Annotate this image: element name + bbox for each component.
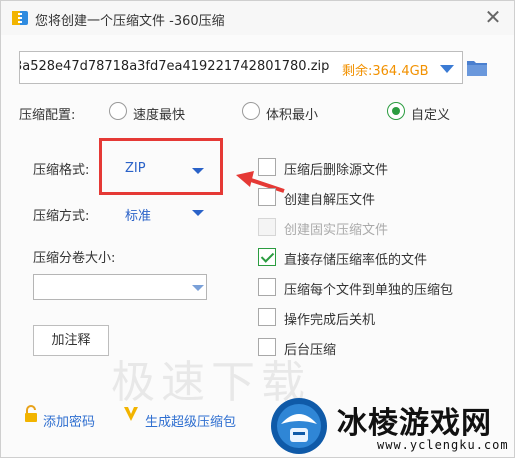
checkbox-solid-archive-label: 创建固实压缩文件 <box>284 223 389 238</box>
format-label: 压缩格式: <box>33 163 90 178</box>
checkbox-store-low-ratio-label[interactable]: 直接存储压缩率低的文件 <box>284 249 427 268</box>
method-value[interactable]: 标准 <box>125 205 151 224</box>
radio-custom[interactable] <box>387 102 405 120</box>
radio-smallest-label[interactable]: 体积最小 <box>266 104 318 123</box>
brand-logo-icon <box>271 398 327 454</box>
free-space-label: 剩余:364.4GB <box>340 60 429 79</box>
title-bar[interactable]: 您将创建一个压缩文件 -360压缩 ✕ <box>1 1 514 35</box>
checkbox-store-low-ratio[interactable] <box>258 248 276 266</box>
super-archive-icon <box>124 407 138 421</box>
compress-dialog: 您将创建一个压缩文件 -360压缩 ✕ 3a528e47d78718a3fd7e… <box>0 0 515 458</box>
radio-fastest[interactable] <box>109 102 127 120</box>
browse-folder-icon[interactable] <box>466 57 488 77</box>
checkbox-delete-source-label[interactable]: 压缩后删除源文件 <box>284 159 388 178</box>
add-comment-button[interactable]: 加注释 <box>33 325 109 356</box>
add-password-link[interactable]: 添加密码 <box>43 411 95 430</box>
checkbox-each-file-separate[interactable] <box>258 278 276 296</box>
lock-icon <box>25 405 37 422</box>
split-dropdown-icon[interactable] <box>192 285 204 291</box>
checkbox-self-extract[interactable] <box>258 188 276 206</box>
path-dropdown-icon[interactable] <box>440 65 454 73</box>
radio-fastest-label[interactable]: 速度最快 <box>133 104 185 123</box>
checkbox-shutdown-label[interactable]: 操作完成后关机 <box>284 309 375 328</box>
highlight-box <box>99 138 223 195</box>
close-icon[interactable]: ✕ <box>482 7 504 29</box>
brand-watermark-text: 冰棱游戏网 <box>337 406 492 441</box>
split-label: 压缩分卷大小: <box>33 251 116 266</box>
checkbox-each-file-separate-label[interactable]: 压缩每个文件到单独的压缩包 <box>284 279 453 298</box>
method-label: 压缩方式: <box>33 209 90 224</box>
output-path-field[interactable]: 3a528e47d78718a3fd7ea419221742801780.zip… <box>19 51 463 84</box>
radio-smallest[interactable] <box>242 102 260 120</box>
super-archive-link[interactable]: 生成超级压缩包 <box>145 411 236 430</box>
checkbox-delete-source[interactable] <box>258 158 276 176</box>
arrow-annotation-icon <box>236 171 285 193</box>
app-icon <box>12 11 28 25</box>
output-path-text: 3a528e47d78718a3fd7ea419221742801780.zip <box>19 59 330 74</box>
config-label: 压缩配置: <box>19 108 76 123</box>
radio-custom-label[interactable]: 自定义 <box>411 104 450 123</box>
split-size-select[interactable] <box>33 274 207 300</box>
method-dropdown-icon[interactable] <box>192 210 204 216</box>
checkbox-solid-archive <box>258 218 276 236</box>
checkbox-shutdown[interactable] <box>258 308 276 326</box>
checkbox-self-extract-label[interactable]: 创建自解压文件 <box>284 189 375 208</box>
brand-watermark-url: www.yclengku.com <box>377 438 509 452</box>
window-title: 您将创建一个压缩文件 -360压缩 <box>35 14 225 29</box>
